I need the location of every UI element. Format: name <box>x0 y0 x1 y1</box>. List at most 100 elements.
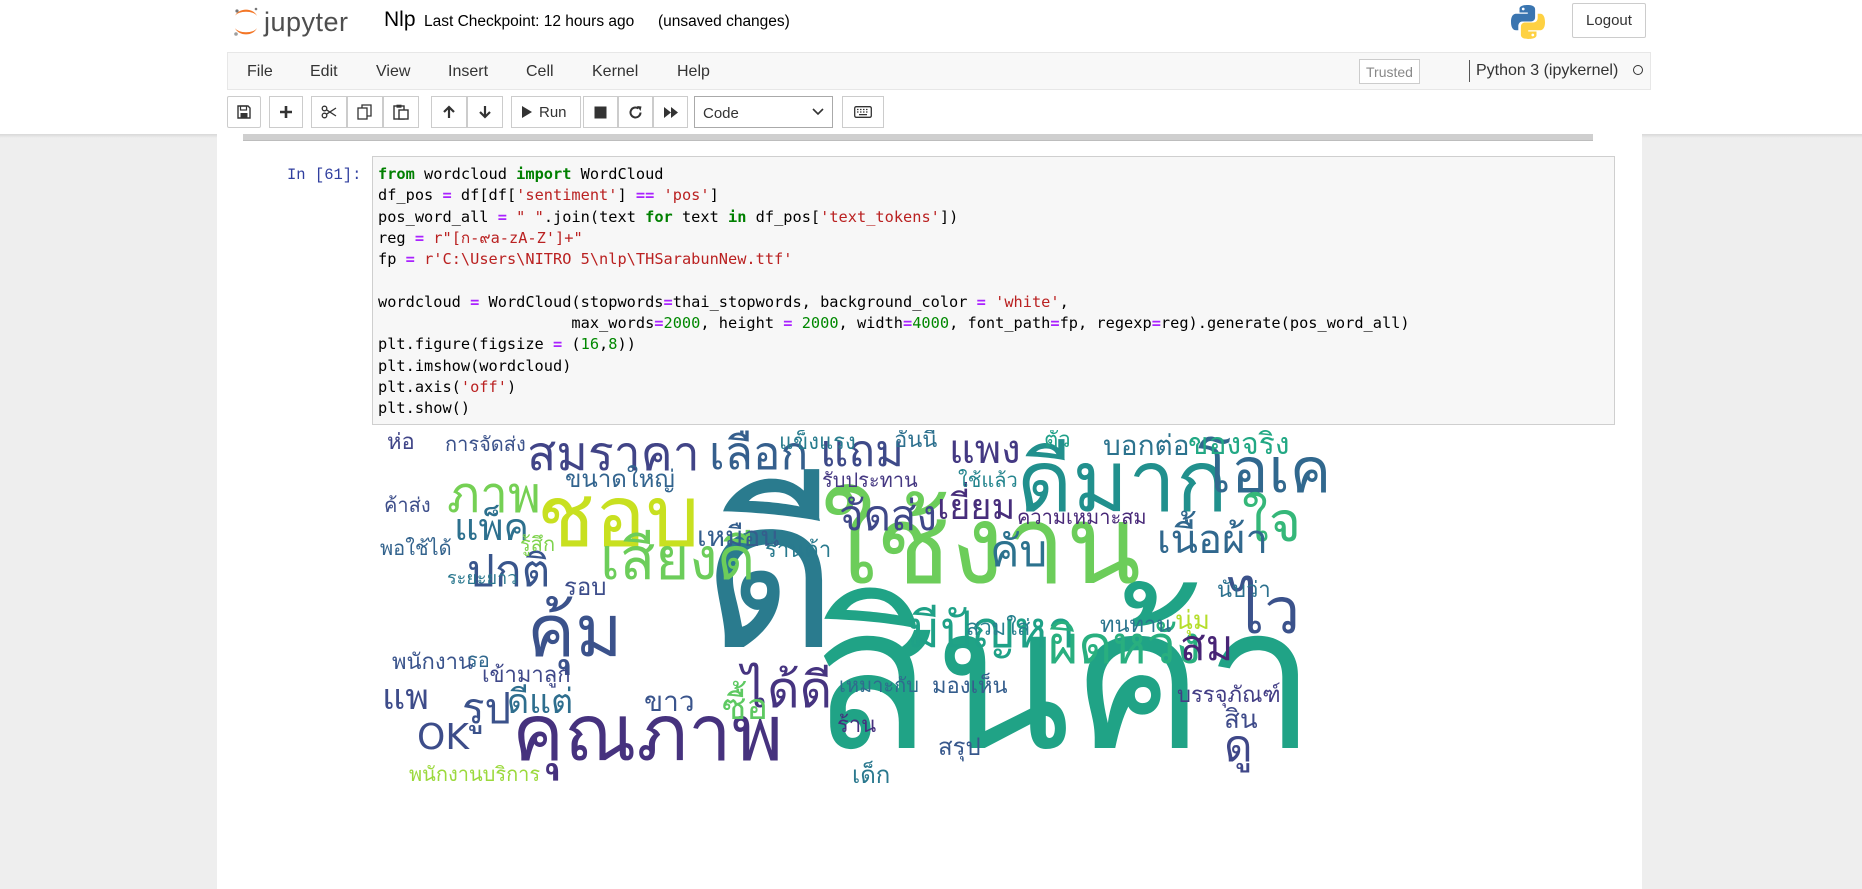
code-line-4: reg = r"[ก-๙a-zA-Z']+" <box>378 228 583 247</box>
restart-button[interactable] <box>618 96 653 128</box>
code-text[interactable]: from wordcloud import WordCloud df_pos =… <box>378 164 1410 420</box>
command-palette-button[interactable] <box>842 96 884 128</box>
wordcloud-word: ดีแต่ <box>507 682 574 722</box>
run-label: Run <box>539 103 567 121</box>
wordcloud-word: ร้านค้า <box>765 538 832 563</box>
header: jupyter Nlp Last Checkpoint: 12 hours ag… <box>0 0 1862 52</box>
wordcloud-word: ระยะยาว <box>447 568 518 589</box>
wordcloud-word: เข้ามาลูก <box>482 663 571 688</box>
previous-cell-edge <box>243 134 1593 141</box>
menu-file[interactable]: File <box>247 63 273 81</box>
menubar: File Edit View Insert Cell Kernel Help T… <box>227 52 1651 90</box>
wordcloud-word: รอบ <box>564 573 607 601</box>
wordcloud-word: บรรจุภัณฑ์ <box>1177 683 1281 708</box>
wordcloud-word: เนื้อผ้า <box>1157 517 1268 563</box>
code-line-7: wordcloud = WordCloud(stopwords=thai_sto… <box>378 292 1069 311</box>
menu-help[interactable]: Help <box>677 63 710 81</box>
wordcloud-word: เหมาะกับ <box>839 673 919 697</box>
restart-run-all-button[interactable] <box>653 96 688 128</box>
code-line-12: plt.show() <box>378 399 471 418</box>
jupyter-logo[interactable]: jupyter <box>232 5 349 39</box>
arrow-down-icon <box>479 106 491 119</box>
menu-view[interactable]: View <box>376 63 410 81</box>
wordcloud-word: รู้สึก <box>520 532 556 556</box>
keyboard-icon <box>854 106 872 118</box>
wordcloud-word: พอใช้ได้ <box>380 536 452 560</box>
cut-icon <box>321 105 337 119</box>
paste-icon <box>393 104 409 120</box>
wordcloud-word: จัดส่ง <box>839 491 938 540</box>
move-up-button[interactable] <box>431 96 467 128</box>
kernel-name[interactable]: Python 3 (ipykernel) <box>1476 62 1618 80</box>
arrow-up-icon <box>443 105 455 118</box>
wordcloud-word: แพง <box>949 430 1021 473</box>
code-line-2: df_pos = df[df['sentiment'] == 'pos'] <box>378 186 719 205</box>
wordcloud-word: มองเห็น <box>932 674 1008 699</box>
save-button[interactable] <box>227 96 261 128</box>
wordcloud-word: ทนทาน <box>1100 613 1172 638</box>
cell-type-select[interactable]: Code <box>694 96 833 128</box>
wordcloud-word: สวมใส่ <box>966 616 1031 641</box>
save-icon <box>237 105 251 119</box>
kernel-separator <box>1469 60 1470 82</box>
wordcloud-word: ขาว <box>644 685 695 718</box>
wordcloud-word: บอกต่อ <box>1103 430 1190 462</box>
wordcloud-word: รับประทาน <box>822 468 918 492</box>
wordcloud-word: นุ่ม <box>1175 606 1210 636</box>
wordcloud-word: อันนี้ <box>894 430 938 453</box>
cell-output: ดี สินค้า ใช้งาน ดีมาก ชอบ คุ้ม คุณภาพ สมราคา เล… <box>372 430 1615 889</box>
wordcloud-word: พนักงานบริการ <box>409 762 541 786</box>
jupyter-wordmark: jupyter <box>264 6 349 37</box>
logout-button[interactable]: Logout <box>1572 3 1646 38</box>
play-icon <box>522 106 532 118</box>
menu-edit[interactable]: Edit <box>310 63 338 81</box>
code-line-10: plt.imshow(wordcloud) <box>378 356 572 375</box>
cut-button[interactable] <box>311 96 347 128</box>
wordcloud-word: การจัดส่ง <box>445 432 526 456</box>
wordcloud-word: พนักงาน <box>392 650 473 675</box>
chevron-down-icon <box>812 108 824 116</box>
wordcloud-word: รูป <box>462 684 512 733</box>
wordcloud-word: ตัว <box>1044 430 1071 453</box>
menu-kernel[interactable]: Kernel <box>592 63 638 81</box>
copy-button[interactable] <box>347 96 383 128</box>
checkpoint-status: Last Checkpoint: 12 hours ago <box>424 13 635 30</box>
stop-icon <box>594 106 607 118</box>
interrupt-button[interactable] <box>583 96 618 128</box>
wordcloud-image: ดี สินค้า ใช้งาน ดีมาก ชอบ คุ้ม คุณภาพ สมราคา เล… <box>372 430 1492 889</box>
wordcloud-word: ห่อ <box>387 430 415 455</box>
wordcloud-word: เยี่ยม <box>937 487 1016 528</box>
wordcloud-word: ค้าส่ง <box>384 493 431 517</box>
menu-insert[interactable]: Insert <box>448 63 488 81</box>
wordcloud-word: นับว่า <box>1217 578 1271 603</box>
code-line-3: pos_word_all = " ".join(text for text in… <box>378 207 959 226</box>
notebook-name[interactable]: Nlp <box>384 8 416 32</box>
run-button[interactable]: Run <box>511 96 581 128</box>
wordcloud-word: ขนาดใหญ่ <box>565 465 675 493</box>
notebook-container: In [61]: from wordcloud import WordCloud… <box>217 134 1642 889</box>
code-line-9: plt.figure(figsize = (16,8)) <box>378 335 636 354</box>
restart-icon <box>629 105 642 118</box>
wordcloud-word: แพ็ค <box>454 505 529 549</box>
trusted-indicator[interactable]: Trusted <box>1359 59 1420 84</box>
input-prompt: In [61]: <box>287 166 362 184</box>
code-line-1: from wordcloud import WordCloud <box>378 165 664 183</box>
code-line-11: plt.axis('off') <box>378 377 517 396</box>
autosave-status: (unsaved changes) <box>658 13 790 30</box>
code-cell-editor[interactable]: from wordcloud import WordCloud df_pos =… <box>372 156 1615 425</box>
menu-cell[interactable]: Cell <box>526 63 554 81</box>
cell-type-value: Code <box>703 105 739 122</box>
paste-button[interactable] <box>383 96 419 128</box>
python-logo-icon <box>1511 5 1545 39</box>
wordcloud-word: ร้าน <box>837 713 877 738</box>
insert-cell-button[interactable] <box>269 96 303 128</box>
code-line-5: fp = r'C:\Users\NITRO 5\nlp\THSarabunNew… <box>378 250 793 269</box>
wordcloud-word: ใช้แล้ว <box>958 468 1018 492</box>
jupyter-logo-icon <box>234 7 258 36</box>
wordcloud-word: ความเหมาะสม <box>1017 505 1147 529</box>
code-line-8: max_words=2000, height = 2000, width=400… <box>378 314 1410 333</box>
wordcloud-word: สรุป <box>938 733 981 761</box>
move-down-button[interactable] <box>467 96 503 128</box>
toolbar: Run Code <box>0 92 1862 134</box>
wordcloud-word: ของจริง <box>1188 430 1290 462</box>
